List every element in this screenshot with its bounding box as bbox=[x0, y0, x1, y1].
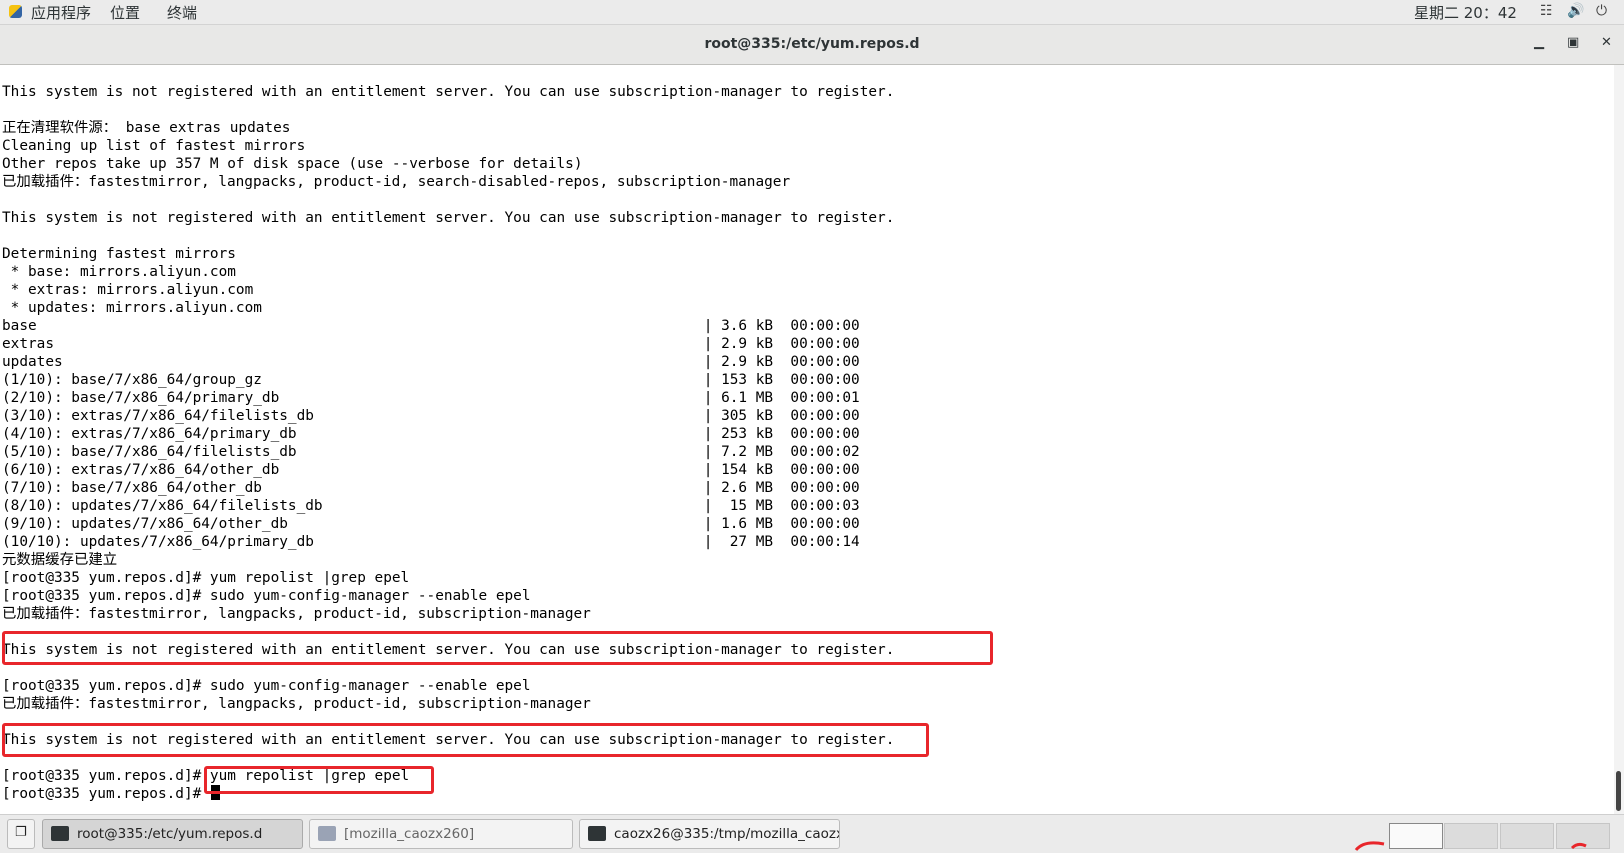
menu-places[interactable]: 位置 bbox=[110, 2, 140, 23]
scrollbar-thumb[interactable] bbox=[1616, 771, 1621, 811]
highlight-box bbox=[2, 723, 929, 757]
window-title: root@335:/etc/yum.repos.d bbox=[704, 36, 920, 52]
terminal-line: (10/10): updates/7/x86_64/primary_db | 2… bbox=[2, 534, 860, 550]
terminal-line: (8/10): updates/7/x86_64/filelists_db | … bbox=[2, 498, 860, 514]
terminal-line: (6/10): extras/7/x86_64/other_db | 154 k… bbox=[2, 462, 860, 478]
terminal-scrollbar[interactable] bbox=[1614, 65, 1624, 814]
window-titlebar[interactable]: root@335:/etc/yum.repos.d ▁ ▣ ✕ bbox=[0, 25, 1624, 65]
terminal-line: [root@335 yum.repos.d]# sudo yum-config-… bbox=[2, 588, 531, 604]
task-terminal-yum[interactable]: root@335:/etc/yum.repos.d bbox=[42, 819, 303, 849]
terminal-icon bbox=[51, 826, 69, 841]
power-icon[interactable]: ⏻ bbox=[1596, 3, 1607, 19]
terminal-line: * updates: mirrors.aliyun.com bbox=[2, 300, 262, 316]
terminal-line: (9/10): updates/7/x86_64/other_db | 1.6 … bbox=[2, 516, 860, 532]
task-terminal-tmp[interactable]: caozx26@335:/tmp/mozilla_caozx··· bbox=[579, 819, 840, 849]
terminal-line: Cleaning up list of fastest mirrors bbox=[2, 138, 306, 154]
terminal-line: (2/10): base/7/x86_64/primary_db | 6.1 M… bbox=[2, 390, 860, 406]
terminal-line: base | 3.6 kB 00:00:00 bbox=[2, 318, 860, 334]
folder-icon bbox=[318, 826, 336, 841]
show-desktop-icon[interactable]: ❐ bbox=[7, 819, 35, 849]
top-panel: 应用程序 位置 终端 星期二 20：42 ☷ 🔊 ⏻ bbox=[0, 0, 1624, 25]
task-label: [mozilla_caozx260] bbox=[344, 826, 475, 842]
terminal-line: [root@335 yum.repos.d]# yum repolist |gr… bbox=[2, 570, 410, 586]
minimize-button[interactable]: ▁ bbox=[1534, 35, 1544, 50]
network-icon[interactable]: ☷ bbox=[1540, 3, 1553, 19]
task-label: caozx26@335:/tmp/mozilla_caozx··· bbox=[614, 826, 840, 842]
terminal-line: updates | 2.9 kB 00:00:00 bbox=[2, 354, 860, 370]
menu-terminal[interactable]: 终端 bbox=[167, 2, 197, 23]
menu-applications[interactable]: 应用程序 bbox=[31, 2, 91, 23]
terminal-line: [root@335 yum.repos.d]# sudo yum-config-… bbox=[2, 678, 531, 694]
terminal-line: [root@335 yum.repos.d]# yum repolist |gr… bbox=[2, 768, 410, 784]
terminal-line: Other repos take up 357 M of disk space … bbox=[2, 156, 583, 172]
terminal-line: 已加载插件：fastestmirror, langpacks, product-… bbox=[2, 696, 591, 712]
task-label: root@335:/etc/yum.repos.d bbox=[77, 826, 263, 842]
terminal-line: Determining fastest mirrors bbox=[2, 246, 236, 262]
terminal-line: [root@335 yum.repos.d]# bbox=[2, 785, 894, 803]
close-button[interactable]: ✕ bbox=[1601, 35, 1612, 50]
terminal-line: This system is not registered with an en… bbox=[2, 84, 895, 100]
terminal-line: 正在清理软件源： base extras updates bbox=[2, 120, 291, 136]
terminal-line: This system is not registered with an en… bbox=[2, 210, 895, 226]
terminal-output: This system is not registered with an en… bbox=[2, 83, 894, 803]
maximize-button[interactable]: ▣ bbox=[1567, 35, 1579, 50]
terminal-line: * extras: mirrors.aliyun.com bbox=[2, 282, 254, 298]
terminal-line: (7/10): base/7/x86_64/other_db | 2.6 MB … bbox=[2, 480, 860, 496]
terminal-icon bbox=[588, 826, 606, 841]
terminal-line: 已加载插件：fastestmirror, langpacks, product-… bbox=[2, 174, 791, 190]
task-mozilla-folder[interactable]: [mozilla_caozx260] bbox=[309, 819, 573, 849]
terminal-line: 元数据缓存已建立 bbox=[2, 552, 118, 568]
apps-icon bbox=[9, 5, 22, 18]
clock[interactable]: 星期二 20：42 bbox=[1414, 2, 1517, 23]
volume-icon[interactable]: 🔊 bbox=[1567, 3, 1584, 19]
terminal-line: (1/10): base/7/x86_64/group_gz | 153 kB … bbox=[2, 372, 860, 388]
terminal-line: (4/10): extras/7/x86_64/primary_db | 253… bbox=[2, 426, 860, 442]
highlight-box bbox=[204, 766, 434, 794]
annotation-scribble bbox=[1354, 841, 1587, 852]
terminal-line: extras | 2.9 kB 00:00:00 bbox=[2, 336, 860, 352]
terminal-area[interactable]: This system is not registered with an en… bbox=[0, 65, 1614, 814]
terminal-line: 已加载插件：fastestmirror, langpacks, product-… bbox=[2, 606, 591, 622]
terminal-line: (3/10): extras/7/x86_64/filelists_db | 3… bbox=[2, 408, 860, 424]
terminal-line: * base: mirrors.aliyun.com bbox=[2, 264, 236, 280]
highlight-box bbox=[2, 631, 993, 665]
terminal-line: (5/10): base/7/x86_64/filelists_db | 7.2… bbox=[2, 444, 860, 460]
